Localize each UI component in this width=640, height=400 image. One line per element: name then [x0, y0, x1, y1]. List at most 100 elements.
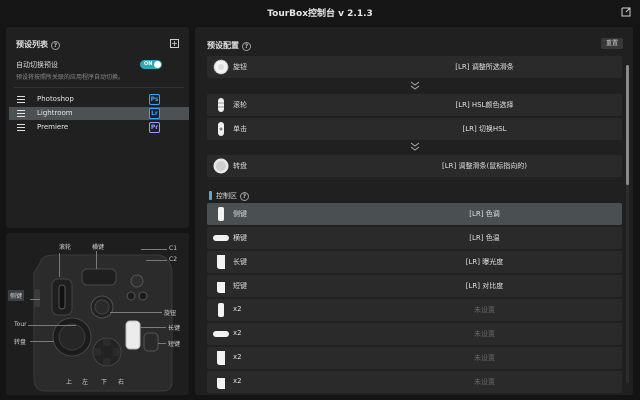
- control-name: 单击: [233, 125, 247, 133]
- divider: [14, 87, 184, 88]
- app-icon: Lr: [149, 108, 160, 119]
- preset-list-panel: 预设列表? + 自动切换预设 ON 预设将按照所关联的应用程序自动切换。 Pho…: [6, 27, 189, 228]
- control-name: x2: [233, 377, 242, 385]
- toggle-label: ON: [144, 61, 153, 67]
- control-action: [LR] 对比度: [465, 282, 504, 290]
- control-action: 未设置: [474, 306, 495, 314]
- control-name: 旋钮: [233, 63, 247, 71]
- side-key-icon: [218, 303, 224, 317]
- config-row[interactable]: 长键 [LR] 曝光度: [207, 251, 622, 273]
- preset-list-heading: 预设列表?: [16, 39, 60, 50]
- device-diagram-panel: 滚轮 横键 C1 C2 侧键 旋钮 Tour 长键 转盘 短键 上 左 下 右: [6, 233, 189, 395]
- config-row[interactable]: x2 未设置: [207, 323, 622, 345]
- config-row[interactable]: 滚轮 [LR] HSL颜色选择: [207, 94, 622, 116]
- control-action: [LR] 切换HSL: [462, 125, 507, 133]
- reset-button[interactable]: 重置: [601, 38, 623, 49]
- control-name: 横键: [233, 234, 247, 242]
- control-action: 未设置: [474, 330, 495, 338]
- config-row[interactable]: x2 未设置: [207, 347, 622, 369]
- control-action: [LR] HSL颜色选择: [455, 101, 514, 109]
- preset-list-title: 预设列表: [16, 40, 48, 49]
- leader-line: [158, 343, 166, 344]
- config-row[interactable]: x2 未设置: [207, 371, 622, 393]
- control-name: x2: [233, 353, 242, 361]
- drag-handle-icon[interactable]: [17, 124, 25, 131]
- leader-line: [140, 327, 166, 328]
- control-name: 转盘: [233, 162, 247, 170]
- auto-switch-label: 自动切换预设: [16, 61, 58, 69]
- preset-config-panel: 预设配置? 重置 旋钮 [LR] 调整所选滑条滚轮 [LR] HSL颜色选择单击 [L…: [195, 27, 633, 395]
- config-row[interactable]: 短键 [LR] 对比度: [207, 275, 622, 297]
- auto-switch-description: 预设将按照所关联的应用程序自动切换。: [16, 74, 125, 81]
- short-key-label: 短键: [168, 341, 181, 348]
- control-zone-heading: 控制区?: [209, 191, 249, 201]
- preset-item[interactable]: Photoshop Ps: [9, 93, 189, 106]
- tour-label: Tour: [14, 321, 27, 328]
- control-action: [LR] 色调: [469, 210, 500, 218]
- auto-switch-toggle[interactable]: ON: [140, 60, 162, 69]
- flat-key-icon: [213, 331, 229, 337]
- leader-line: [30, 299, 40, 300]
- config-row[interactable]: 旋钮 [LR] 调整所选滑条: [207, 56, 622, 78]
- flat-key-label: 横键: [92, 244, 105, 251]
- leader-line: [30, 341, 54, 342]
- title-bar: TourBox控制台 v 2.1.3: [0, 0, 640, 24]
- preset-name: Premiere: [37, 123, 69, 131]
- knob-label: 旋钮: [164, 310, 177, 317]
- chevron-down-icon: [207, 142, 622, 152]
- preset-item[interactable]: Premiere Pr: [9, 121, 189, 134]
- help-icon[interactable]: ?: [242, 42, 251, 51]
- drag-handle-icon[interactable]: [17, 110, 25, 117]
- leader-line: [141, 249, 167, 250]
- scroll-icon: [218, 98, 224, 112]
- add-preset-button[interactable]: +: [170, 39, 179, 48]
- tall-key-icon: [217, 351, 225, 365]
- scrollbar-thumb[interactable]: [626, 65, 629, 185]
- dial-label: 转盘: [14, 339, 27, 346]
- toggle-knob: [154, 61, 161, 68]
- app-icon: Ps: [149, 94, 160, 105]
- right-label: 右: [118, 379, 125, 386]
- control-action: [LR] 曝光度: [465, 258, 504, 266]
- window-title: TourBox控制台 v 2.1.3: [267, 9, 373, 19]
- preset-config-heading: 预设配置?: [207, 40, 251, 51]
- tall-key-icon: [217, 255, 225, 269]
- config-row[interactable]: x2 未设置: [207, 299, 622, 321]
- c2-label: C2: [169, 256, 178, 263]
- leader-line: [28, 325, 76, 326]
- control-name: 长键: [233, 258, 247, 266]
- side-key-icon: [218, 207, 224, 221]
- config-row[interactable]: 转盘 [LR] 调整滑条(鼠标指向的): [207, 155, 622, 177]
- expand-icon[interactable]: [621, 7, 631, 17]
- control-name: 滚轮: [233, 101, 247, 109]
- preset-config-title: 预设配置: [207, 41, 239, 50]
- scrollbar[interactable]: [626, 65, 629, 383]
- config-row[interactable]: 侧键 [LR] 色调: [207, 203, 622, 225]
- left-label: 左: [82, 379, 89, 386]
- dial-icon: [213, 158, 229, 174]
- preset-name: Lightroom: [37, 109, 73, 117]
- leader-line: [59, 253, 60, 277]
- control-action: [LR] 调整所选滑条: [455, 63, 514, 71]
- app-icon: Pr: [149, 122, 160, 133]
- down-label: 下: [101, 379, 108, 386]
- config-row[interactable]: 横键 [LR] 色温: [207, 227, 622, 249]
- tourbox-device-diagram: [33, 254, 173, 392]
- control-name: 短键: [233, 282, 247, 290]
- up-label: 上: [66, 379, 73, 386]
- preset-name: Photoshop: [37, 95, 74, 103]
- config-row[interactable]: 单击 [LR] 切换HSL: [207, 118, 622, 140]
- control-action: 未设置: [474, 354, 495, 362]
- preset-item[interactable]: Lightroom Lr: [9, 107, 189, 120]
- help-icon[interactable]: ?: [240, 192, 249, 201]
- leader-line: [96, 251, 97, 269]
- control-name: x2: [233, 329, 242, 337]
- help-icon[interactable]: ?: [51, 41, 60, 50]
- knob-icon: [213, 59, 229, 75]
- control-name: x2: [233, 305, 242, 313]
- tall-key-label: 长键: [168, 325, 181, 332]
- scroll-label: 滚轮: [59, 244, 72, 251]
- drag-handle-icon[interactable]: [17, 96, 25, 103]
- control-action: 未设置: [474, 378, 495, 386]
- scroll-click-icon: [218, 122, 224, 136]
